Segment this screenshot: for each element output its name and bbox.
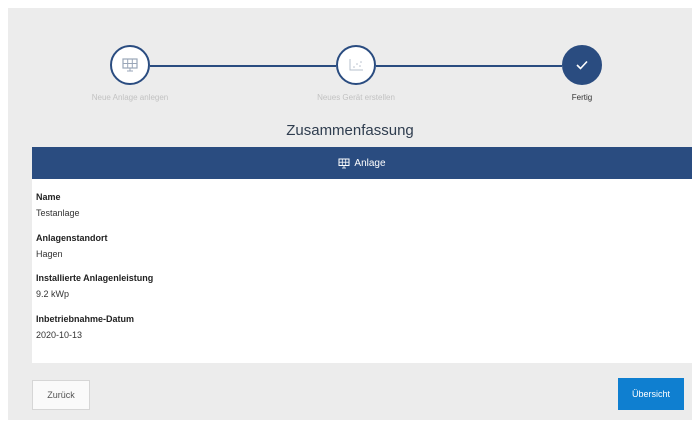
- chart-icon: [349, 59, 363, 71]
- overview-button[interactable]: Übersicht: [618, 378, 684, 410]
- wizard-panel: Neue Anlage anlegen Neues Gerät erstelle…: [8, 8, 692, 420]
- field-label: Installierte Anlagenleistung: [36, 273, 154, 283]
- solar-panel-icon: [338, 158, 350, 168]
- field-label: Inbetriebnahme-Datum: [36, 314, 135, 324]
- field-value: 2020-10-13: [36, 330, 83, 340]
- field-label: Name: [36, 192, 61, 202]
- field-inbetriebnahme-datum: Inbetriebnahme-Datum 2020-10-13: [36, 314, 134, 340]
- step-2-circle: [336, 45, 376, 85]
- solar-panel-icon: [122, 58, 138, 72]
- step-1-label: Neue Anlage anlegen: [91, 93, 169, 102]
- wizard-stepper: Neue Anlage anlegen Neues Gerät erstelle…: [8, 8, 692, 118]
- page-title: Zusammenfassung: [286, 122, 414, 139]
- field-label: Anlagenstandort: [36, 233, 108, 243]
- field-name: Name Testanlage: [36, 192, 80, 218]
- step-connector-1: [150, 65, 336, 67]
- step-1-circle: [110, 45, 150, 85]
- step-2-label: Neues Gerät erstellen: [317, 93, 395, 102]
- back-button[interactable]: Zurück: [32, 380, 90, 410]
- check-icon: [576, 60, 588, 70]
- field-value: Hagen: [36, 249, 63, 259]
- field-value: 9.2 kWp: [36, 289, 70, 299]
- section-header-anlage: Anlage: [32, 147, 692, 179]
- step-connector-2: [376, 65, 562, 67]
- summary-card: Name Testanlage Anlagenstandort Hagen In…: [32, 179, 692, 363]
- step-3-circle: [562, 45, 602, 85]
- step-3-label: Fertig: [571, 93, 593, 102]
- field-anlagenleistung: Installierte Anlagenleistung 9.2 kWp: [36, 273, 153, 299]
- field-value: Testanlage: [36, 208, 80, 218]
- section-header-label: Anlage: [354, 157, 386, 169]
- field-anlagenstandort: Anlagenstandort Hagen: [36, 233, 108, 259]
